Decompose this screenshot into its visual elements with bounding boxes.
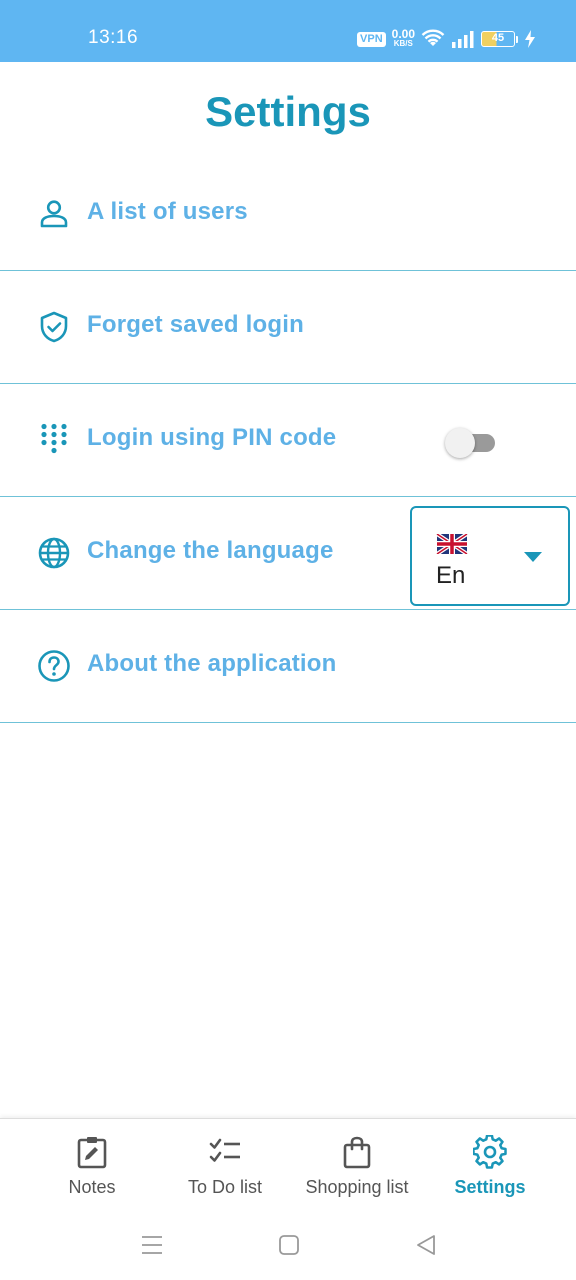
wifi-icon	[421, 29, 445, 46]
chevron-down-icon	[524, 552, 542, 562]
pin-login-toggle[interactable]	[445, 426, 497, 458]
settings-item-pin-login[interactable]: Login using PIN code	[0, 384, 576, 497]
nav-item-settings[interactable]: Settings	[418, 1119, 562, 1211]
gear-icon	[473, 1135, 507, 1169]
status-bar: 13:16 VPN 0.00 KB/S 45	[0, 0, 576, 62]
shield-check-icon	[40, 311, 68, 343]
nav-label: Notes	[68, 1177, 116, 1197]
nav-label: Shopping list	[305, 1177, 409, 1197]
menu-icon[interactable]	[139, 1232, 165, 1258]
uk-flag-icon	[436, 534, 468, 554]
settings-item-label: About the application	[87, 650, 337, 677]
notes-edit-icon	[77, 1137, 107, 1169]
dialpad-icon	[41, 423, 67, 454]
system-nav-bar	[0, 1210, 576, 1280]
status-time: 13:16	[88, 27, 139, 48]
settings-item-language[interactable]: Change the language En	[0, 497, 576, 610]
nav-item-todo[interactable]: To Do list	[153, 1119, 297, 1211]
back-triangle-icon[interactable]	[413, 1232, 439, 1258]
home-square-icon[interactable]	[276, 1232, 302, 1258]
shopping-bag-icon	[343, 1136, 371, 1169]
network-speed-value: 0.00	[391, 27, 415, 41]
nav-label: Settings	[454, 1177, 526, 1197]
settings-item-about[interactable]: About the application	[0, 610, 576, 723]
bottom-nav: Notes To Do list Shopping list Settings	[0, 1118, 576, 1210]
language-value: En	[436, 562, 466, 589]
battery-tip	[516, 35, 518, 43]
vpn-badge: VPN	[357, 31, 386, 47]
settings-list: A list of users Forget saved login Login…	[0, 158, 576, 723]
signal-icon	[452, 31, 474, 48]
help-circle-icon	[38, 650, 70, 682]
nav-label: To Do list	[187, 1177, 263, 1197]
settings-item-label: A list of users	[87, 198, 248, 225]
settings-item-label: Login using PIN code	[87, 424, 337, 451]
page-title: Settings	[205, 88, 371, 135]
network-speed-unit: KB/S	[393, 39, 413, 48]
nav-item-shopping[interactable]: Shopping list	[285, 1119, 429, 1211]
checklist-icon	[209, 1138, 240, 1162]
battery-level: 45	[481, 31, 515, 47]
user-icon	[40, 200, 68, 228]
language-select[interactable]: En	[410, 506, 570, 606]
settings-item-label: Forget saved login	[87, 311, 304, 338]
settings-item-label: Change the language	[87, 537, 334, 564]
settings-item-users[interactable]: A list of users	[0, 158, 576, 271]
globe-icon	[38, 537, 70, 569]
battery-indicator: 45	[481, 31, 518, 47]
toggle-thumb	[445, 428, 475, 458]
nav-item-notes[interactable]: Notes	[20, 1119, 164, 1211]
network-speed: 0.00 KB/S	[391, 27, 415, 49]
settings-item-forget-login[interactable]: Forget saved login	[0, 271, 576, 384]
status-icons: VPN 0.00 KB/S 45	[357, 26, 536, 52]
charging-bolt-icon	[525, 30, 535, 48]
